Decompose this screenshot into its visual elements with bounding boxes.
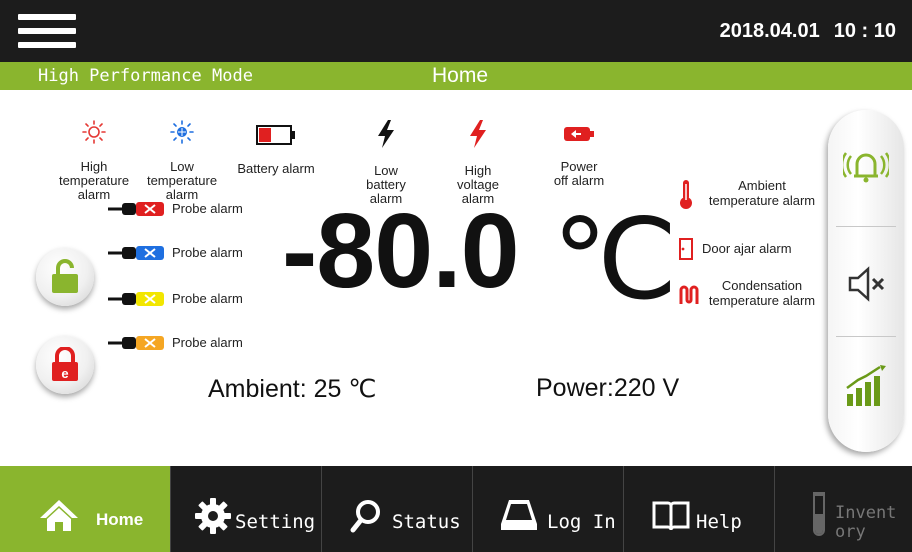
battery-icon [256, 125, 295, 145]
side-alarm-label: Condensation temperature alarm [708, 278, 816, 308]
nav-inventory[interactable]: Invent ory [775, 466, 912, 552]
right-action-panel [828, 110, 904, 452]
battery-alarm: Battery alarm [230, 110, 322, 176]
nav-label: Help [696, 511, 742, 533]
temperature-unit: ℃ [552, 199, 678, 323]
nav-status[interactable]: Status [322, 466, 473, 552]
date-display: 2018.04.01 [719, 20, 820, 42]
probe-alarm-label: Probe alarm [172, 245, 243, 260]
alarm-label: Low temperature alarm [146, 159, 218, 202]
probe-alarm-label: Probe alarm [172, 335, 243, 350]
power-plug-icon [564, 127, 594, 141]
probe-plug-icon [108, 336, 164, 350]
nav-home[interactable]: Home [0, 466, 171, 552]
probe-plug-icon [108, 246, 164, 260]
high-temperature-alarm: High temperature alarm [50, 106, 138, 202]
nav-help[interactable]: Help [624, 466, 775, 552]
power-reading: Power:220 V [536, 374, 679, 403]
menu-icon[interactable] [18, 14, 76, 48]
nav-login[interactable]: Log In [473, 466, 624, 552]
lightning-icon [378, 120, 394, 148]
power-off-alarm: Power off alarm [542, 110, 616, 188]
alarm-bell-button[interactable] [828, 110, 904, 220]
door-ajar-alarm: Door ajar alarm [678, 238, 824, 260]
nav-label: Setting [235, 511, 316, 533]
side-alarm-label: Door ajar alarm [702, 241, 792, 256]
alarm-label: Battery alarm [237, 161, 315, 176]
book-icon [652, 501, 690, 531]
mode-label: High Performance Mode [38, 66, 253, 86]
lock-icon: e [52, 347, 78, 381]
temperature-value: -80.0 [282, 192, 520, 310]
probe-alarm-label: Probe alarm [172, 291, 243, 306]
login-icon [501, 500, 537, 530]
growth-chart-icon [846, 365, 886, 406]
ambient-value: 25 [313, 375, 342, 403]
mute-icon [848, 266, 885, 302]
snowflake-sun-icon [170, 120, 194, 144]
lightning-icon [470, 120, 486, 148]
ambient-unit: ℃ [348, 376, 377, 403]
growth-chart-button[interactable] [828, 340, 904, 450]
high-voltage-alarm: High voltage alarm [448, 106, 508, 206]
side-alarm-label: Ambient temperature alarm [708, 178, 816, 208]
low-temperature-alarm: Low temperature alarm [138, 106, 226, 202]
nav-label: Status [392, 511, 461, 533]
power-value: 220 [613, 374, 656, 402]
alarm-bell-icon [843, 152, 889, 183]
nav-setting[interactable]: Setting [171, 466, 322, 552]
gear-icon [195, 498, 231, 534]
condensation-icon [679, 285, 699, 304]
sun-icon [82, 120, 106, 144]
probe-plug-icon [108, 292, 164, 306]
test-tube-icon [813, 492, 825, 536]
datetime: 2018.04.01 10 : 10 [720, 20, 896, 43]
top-bar: 2018.04.01 10 : 10 [0, 0, 912, 62]
thermometer-icon [680, 180, 692, 209]
bottom-nav: Home Setting Status Log In Help Invent o… [0, 466, 912, 552]
home-icon [40, 500, 78, 531]
page-title: Home [432, 64, 489, 87]
probe-plug-icon [108, 202, 164, 216]
nav-label: Invent ory [835, 503, 897, 542]
ambient-reading: Ambient: 25 ℃ [208, 374, 376, 404]
svg-text:e: e [61, 366, 68, 381]
alarm-label: High temperature alarm [58, 159, 130, 202]
probe-alarm-label: Probe alarm [172, 201, 243, 216]
engineer-lock-button[interactable]: e [36, 336, 94, 394]
mode-bar: High Performance Mode Home [0, 62, 912, 90]
alarm-label: Power off alarm [553, 159, 605, 188]
power-unit: V [662, 374, 680, 402]
search-icon [350, 500, 380, 533]
ambient-temperature-alarm: Ambient temperature alarm [678, 178, 824, 212]
nav-label: Home [96, 510, 144, 529]
time-display: 10 : 10 [833, 20, 896, 42]
door-icon [679, 238, 693, 260]
low-battery-alarm: Low battery alarm [356, 106, 416, 206]
ambient-label: Ambient: [208, 375, 307, 403]
power-label: Power: [536, 374, 614, 402]
unlock-icon [52, 259, 78, 293]
condensation-temperature-alarm: Condensation temperature alarm [678, 278, 824, 312]
mute-button[interactable] [828, 230, 904, 340]
nav-label: Log In [547, 511, 616, 533]
unlock-button[interactable] [36, 248, 94, 306]
